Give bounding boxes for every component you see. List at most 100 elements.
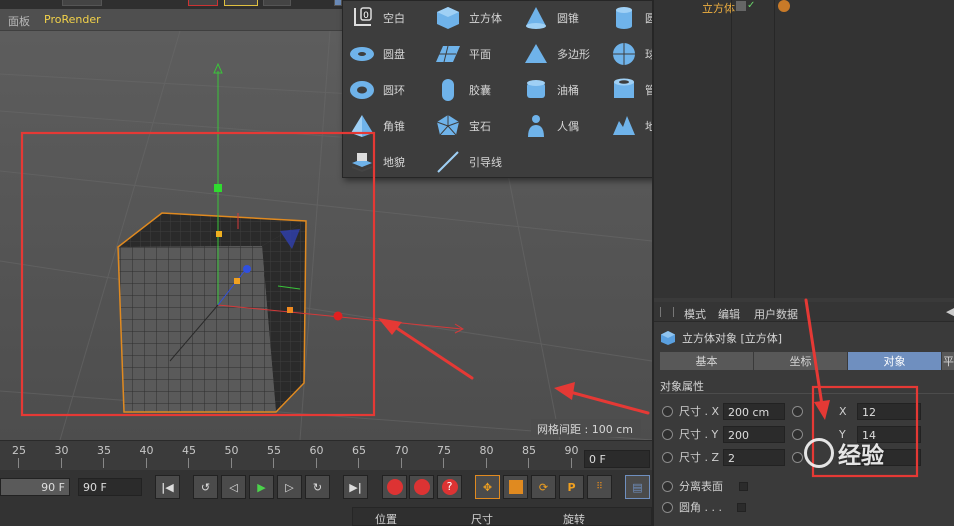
popup-item-cone[interactable]: 圆锥 (517, 1, 605, 35)
record-button[interactable] (382, 475, 407, 499)
timeline-tick-label: 70 (394, 444, 409, 457)
timeline-ruler[interactable]: 25 30 35 40 45 50 55 60 65 70 75 80 85 90 0 F (0, 440, 652, 470)
polygon-icon (523, 41, 549, 67)
animate-radio[interactable] (662, 451, 673, 463)
popup-item-oil-tank[interactable]: 油桶 (517, 73, 605, 107)
tab-basic[interactable]: 基本 (660, 352, 754, 370)
prev-frame-button[interactable]: ◁ (221, 475, 246, 499)
check-icon[interactable]: ✓ (747, 0, 755, 11)
sphere-icon (611, 41, 637, 67)
size-z-field[interactable]: 2 (723, 448, 785, 466)
popup-item-null-object[interactable]: 0 空白 (343, 1, 431, 35)
attr-menu-mode[interactable]: 模式 (684, 306, 706, 322)
scale-key-button[interactable] (503, 475, 528, 499)
move-key-button[interactable]: ✥ (475, 475, 500, 499)
tab-coord[interactable]: 坐标 (754, 352, 848, 370)
popup-item-plane[interactable]: 平面 (429, 37, 517, 71)
attr-menu-user-data[interactable]: 用户数据 (754, 306, 798, 322)
animate-radio[interactable] (662, 405, 673, 417)
animate-radio[interactable] (792, 405, 803, 417)
popup-item-pyramid[interactable]: 角锥 (343, 109, 431, 143)
segments-x-field[interactable]: 12 (857, 402, 921, 420)
popup-item-disc[interactable]: 圆盘 (343, 37, 431, 71)
param-key-button[interactable]: P (559, 475, 584, 499)
popup-item-capsule[interactable]: 胶囊 (429, 73, 517, 107)
rotate-key-button[interactable]: ⟳ (531, 475, 556, 499)
point-level-button[interactable]: ⠿ (587, 475, 612, 499)
object-manager: 立方体 ✓ (652, 0, 954, 298)
current-frame-field[interactable]: 0 F (584, 450, 650, 468)
svg-text:0: 0 (363, 11, 369, 21)
timeline-tick-label: 30 (54, 444, 69, 457)
toolbar-button[interactable] (188, 0, 218, 6)
size-x-field[interactable]: 200 cm (723, 402, 785, 420)
pyramid-icon (349, 113, 375, 139)
go-to-end-button[interactable]: ▶| (343, 475, 368, 499)
play-button[interactable]: ▶ (249, 475, 274, 499)
viewport-menu-prorender[interactable]: ProRender (44, 13, 101, 26)
keyframe-selection-button[interactable]: ? (437, 475, 462, 499)
animate-radio[interactable] (792, 451, 803, 463)
torus-icon (349, 77, 375, 103)
popup-item-label: 空白 (383, 12, 405, 25)
question-icon: ? (441, 479, 458, 495)
timeline-tick-mark (528, 458, 529, 468)
popup-item-polygon[interactable]: 多边形 (517, 37, 605, 71)
toolbar-button[interactable] (263, 0, 291, 6)
next-frame-button[interactable]: ▷ (277, 475, 302, 499)
attr-menu-edit[interactable]: 编辑 (718, 306, 740, 322)
toolbar-button[interactable] (62, 0, 102, 6)
timeline-window-button[interactable]: ▤ (625, 475, 650, 499)
coord-position: 位置 (375, 513, 397, 526)
fillet-checkbox[interactable] (737, 502, 746, 512)
prev-frame-icon: ◁ (229, 480, 238, 494)
toolbar-button[interactable] (334, 0, 342, 6)
material-tag-icon[interactable] (778, 0, 790, 12)
arrow-left-icon[interactable]: ◀ (946, 305, 954, 318)
popup-item-cube[interactable]: 立方体 (429, 1, 517, 35)
timeline-tick-mark (188, 458, 189, 468)
viewport-menu-panel[interactable]: 面板 (8, 13, 30, 29)
popup-item-guide[interactable]: 引导线 (429, 145, 517, 179)
layer-icon[interactable] (736, 1, 746, 11)
animate-radio[interactable] (792, 428, 803, 440)
timeline-tick-label: 80 (479, 444, 494, 457)
size-y-field[interactable]: 200 (723, 425, 785, 443)
animate-radio[interactable] (662, 428, 673, 440)
null-object-icon: 0 (349, 5, 375, 31)
popup-item-platonic[interactable]: 宝石 (429, 109, 517, 143)
fillet-label: 圆角 . . . (679, 501, 722, 514)
separate-surfaces-checkbox[interactable] (739, 481, 748, 491)
plane-icon (435, 41, 461, 67)
min-frame-field[interactable]: 90 F (0, 478, 70, 496)
guide-icon (435, 149, 461, 175)
prev-key-icon: ↺ (200, 480, 211, 494)
capsule-icon (435, 77, 461, 103)
auto-key-button[interactable] (409, 475, 434, 499)
cone-icon (523, 5, 549, 31)
tab-object[interactable]: 对象 (848, 352, 942, 370)
prev-key-button[interactable]: ↺ (193, 475, 218, 499)
popup-item-label: 圆盘 (383, 48, 405, 61)
timeline-tick-mark (60, 458, 62, 468)
timeline-tick-label: 35 (97, 444, 111, 457)
animate-radio[interactable] (662, 501, 673, 513)
popup-item-label: 平面 (469, 48, 491, 61)
object-row[interactable]: 立方体 ✓ (654, 0, 954, 15)
popup-item-torus[interactable]: 圆环 (343, 73, 431, 107)
timeline-tick-label: 85 (522, 444, 536, 457)
tab-phong[interactable]: 平 (942, 352, 954, 370)
size-y-label: 尺寸 . Y (679, 428, 719, 441)
size-z-label: 尺寸 . Z (679, 451, 720, 464)
max-frame-field[interactable]: 90 F (78, 478, 142, 496)
animate-radio[interactable] (662, 480, 673, 492)
toolbar-button[interactable] (224, 0, 258, 6)
go-to-start-button[interactable]: |◀ (155, 475, 180, 499)
popup-item-figure[interactable]: 人偶 (517, 109, 605, 143)
next-key-button[interactable]: ↻ (305, 475, 330, 499)
coordinates-bar: 位置 尺寸 旋转 (0, 504, 652, 526)
separate-surfaces-label: 分离表面 (679, 480, 723, 493)
timeline-tick-label: 50 (224, 444, 239, 457)
scale-icon (508, 480, 523, 494)
popup-item-relief[interactable]: 地貌 (343, 145, 431, 179)
